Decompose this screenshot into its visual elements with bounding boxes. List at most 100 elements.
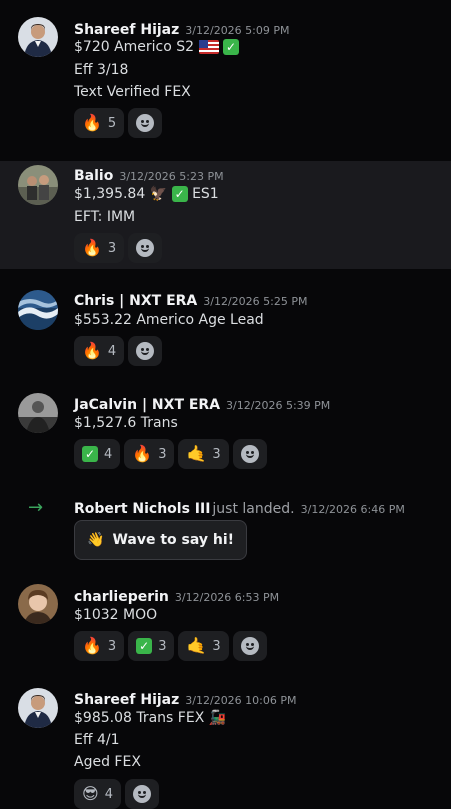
message-5: charlieperin 3/12/2026 6:53 PM $1032 MOO … <box>0 574 451 664</box>
add-reaction-button[interactable] <box>124 779 159 809</box>
reactions: ✓ 4 🔥 3 🤙 3 <box>74 439 267 469</box>
message-header: Chris | NXT ERA 3/12/2026 5:25 PM <box>74 290 308 309</box>
avatar[interactable] <box>18 393 58 433</box>
timestamp: 3/12/2026 6:53 PM <box>174 591 280 604</box>
timestamp: 3/12/2026 5:09 PM <box>185 24 290 37</box>
message-header: Shareef Hijaz 3/12/2026 5:09 PM <box>74 19 290 38</box>
message-line: $720 Americo S2 ✓ <box>74 39 239 55</box>
avatar[interactable] <box>18 165 58 205</box>
message-line: Text Verified FEX <box>74 84 191 100</box>
add-reaction-button[interactable] <box>128 108 163 138</box>
check-mark-icon: ✓ <box>171 186 188 202</box>
message-2: Balio 3/12/2026 5:23 PM $1,395.84 🦅 ✓ ES1… <box>0 161 451 269</box>
system-join-message: → Robert Nichols III just landed. 3/12/202… <box>0 490 451 570</box>
reaction-count: 4 <box>107 343 117 359</box>
check-mark-icon: ✓ <box>82 446 98 462</box>
author-name[interactable]: Robert Nichols III <box>74 501 210 517</box>
reaction-fire[interactable]: 🔥 5 <box>74 108 125 138</box>
reaction-fire[interactable]: 🔥 4 <box>74 336 125 366</box>
author-name[interactable]: Shareef Hijaz <box>74 22 179 38</box>
train-icon: 🚂 <box>208 710 227 726</box>
add-reaction-button[interactable] <box>232 439 267 469</box>
reaction-fire[interactable]: 🔥 3 <box>74 631 125 661</box>
message-1: Shareef Hijaz 3/12/2026 5:09 PM $720 Amer… <box>0 0 451 150</box>
message-line: EFT: IMM <box>74 209 136 225</box>
author-name[interactable]: charlieperin <box>74 589 169 605</box>
timestamp: 3/12/2026 10:06 PM <box>185 694 297 707</box>
add-reaction-icon <box>136 239 155 257</box>
wave-label: Wave to say hi! <box>112 532 235 548</box>
check-mark-icon: ✓ <box>222 39 239 55</box>
add-reaction-button[interactable] <box>128 336 163 366</box>
timestamp: 3/12/2026 5:25 PM <box>203 295 308 308</box>
wave-icon: 👋 <box>87 532 105 548</box>
fire-icon: 🔥 <box>132 444 153 463</box>
add-reaction-button[interactable] <box>128 233 163 263</box>
reaction-sunglasses[interactable]: 😎 4 <box>74 779 121 809</box>
reaction-count: 3 <box>158 446 167 462</box>
message-6: Shareef Hijaz 3/12/2026 10:06 PM $985.08 … <box>0 678 451 809</box>
reaction-count: 3 <box>158 638 167 654</box>
add-reaction-icon <box>240 637 259 655</box>
reactions: 🔥 3 <box>74 233 163 263</box>
message-header: charlieperin 3/12/2026 6:53 PM <box>74 586 279 605</box>
reactions: 🔥 3 ✓ 3 🤙 3 <box>74 631 267 661</box>
message-line: Eff 3/18 <box>74 62 129 78</box>
reaction-count: 3 <box>212 638 221 654</box>
join-arrow-icon: → <box>28 497 44 518</box>
reaction-call-me[interactable]: 🤙 3 <box>178 439 229 469</box>
message-line: $1032 MOO <box>74 607 158 623</box>
author-name[interactable]: Shareef Hijaz <box>74 692 179 708</box>
system-text: just landed. <box>212 501 295 517</box>
message-header: Balio 3/12/2026 5:23 PM <box>74 165 224 184</box>
timestamp: 3/12/2026 5:39 PM <box>226 399 331 412</box>
avatar[interactable] <box>18 17 58 57</box>
reaction-count: 4 <box>104 786 113 802</box>
reaction-count: 3 <box>107 240 117 256</box>
reaction-count: 5 <box>107 115 117 131</box>
message-line: $553.22 Americo Age Lead <box>74 312 264 328</box>
us-flag-icon <box>198 40 219 54</box>
author-name[interactable]: Balio <box>74 168 113 184</box>
add-reaction-icon <box>240 445 259 463</box>
add-reaction-icon <box>132 785 151 803</box>
reactions: 🔥 4 <box>74 336 163 366</box>
reactions: 😎 4 <box>74 779 159 809</box>
message-line: Eff 4/1 <box>74 732 120 748</box>
fire-icon: 🔥 <box>82 341 102 360</box>
message-line: $985.08 Trans FEX 🚂 <box>74 710 227 726</box>
add-reaction-button[interactable] <box>232 631 267 661</box>
message-header: Robert Nichols III just landed. 3/12/2026 … <box>74 498 405 517</box>
eagle-icon: 🦅 <box>149 186 168 202</box>
message-3: Chris | NXT ERA 3/12/2026 5:25 PM $553.22… <box>0 280 451 370</box>
call-me-hand-icon: 🤙 <box>186 444 207 463</box>
reaction-check[interactable]: ✓ 4 <box>74 439 121 469</box>
avatar[interactable] <box>18 584 58 624</box>
message-header: Shareef Hijaz 3/12/2026 10:06 PM <box>74 689 297 708</box>
reaction-count: 4 <box>104 446 113 462</box>
reaction-fire[interactable]: 🔥 3 <box>124 439 175 469</box>
message-line: $1,527.6 Trans <box>74 415 178 431</box>
author-name[interactable]: Chris | NXT ERA <box>74 293 197 309</box>
reaction-check[interactable]: ✓ 3 <box>128 631 175 661</box>
message-4: JaCalvin | NXT ERA 3/12/2026 5:39 PM $1,5… <box>0 384 451 474</box>
wave-button[interactable]: 👋 Wave to say hi! <box>74 520 248 560</box>
timestamp: 3/12/2026 6:46 PM <box>300 503 405 516</box>
timestamp: 3/12/2026 5:23 PM <box>119 170 224 183</box>
sunglasses-face-icon: 😎 <box>82 784 99 803</box>
author-name[interactable]: JaCalvin | NXT ERA <box>74 397 220 413</box>
message-line: Aged FEX <box>74 754 141 770</box>
add-reaction-icon <box>136 342 155 360</box>
reaction-fire[interactable]: 🔥 3 <box>74 233 125 263</box>
fire-icon: 🔥 <box>82 636 102 655</box>
reaction-call-me[interactable]: 🤙 3 <box>178 631 229 661</box>
check-mark-icon: ✓ <box>136 638 153 654</box>
reaction-count: 3 <box>212 446 221 462</box>
call-me-hand-icon: 🤙 <box>186 636 207 655</box>
fire-icon: 🔥 <box>82 238 102 257</box>
add-reaction-icon <box>136 114 155 132</box>
avatar[interactable] <box>18 688 58 728</box>
avatar[interactable] <box>18 290 58 330</box>
fire-icon: 🔥 <box>82 113 102 132</box>
reactions: 🔥 5 <box>74 108 163 138</box>
